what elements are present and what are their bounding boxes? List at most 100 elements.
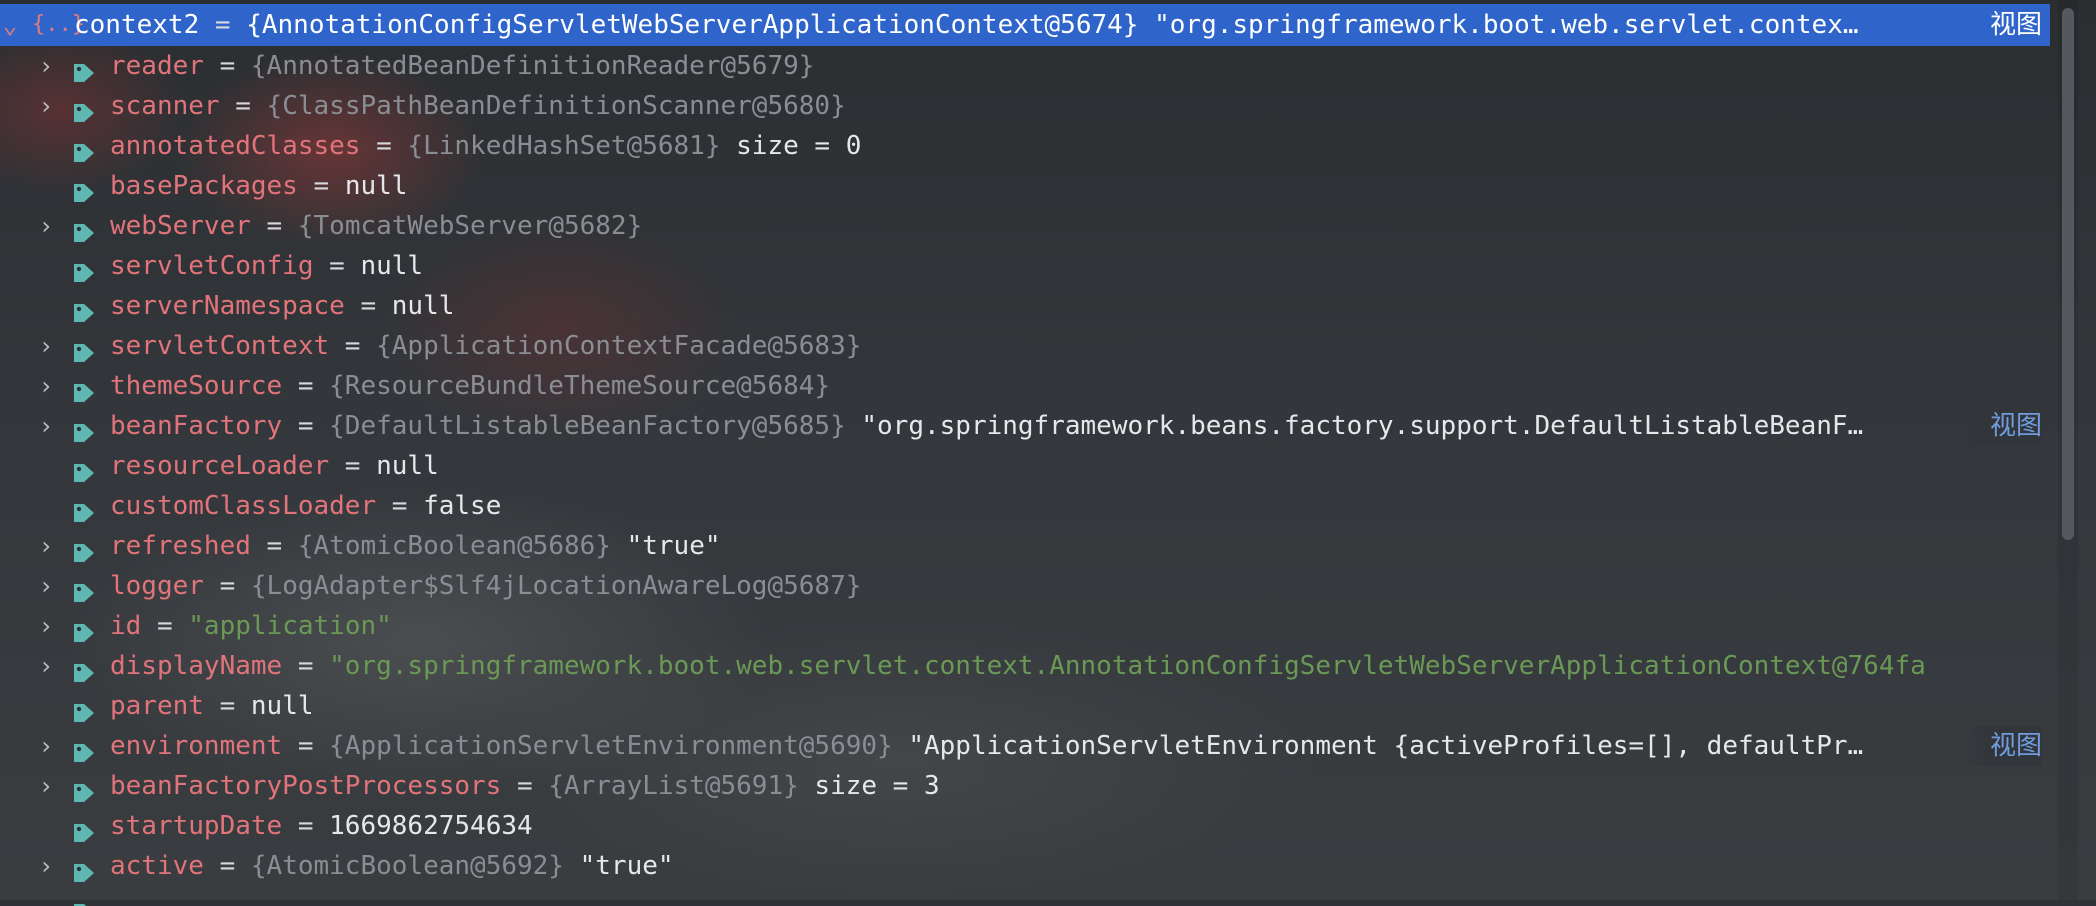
tree-row[interactable]: › beanFactory = {DefaultListableBeanFacto… (0, 406, 2050, 446)
tree-row[interactable]: basePackages = null (0, 166, 2050, 206)
tree-row[interactable]: customClassLoader = false (0, 486, 2050, 526)
variable-value: null (344, 171, 408, 201)
variable-value: "true" (563, 851, 674, 881)
tree-row[interactable]: annotatedClasses = {LinkedHashSet@5681} … (0, 126, 2050, 166)
tree-row[interactable]: › logger = {LogAdapter$Slf4jLocationAware… (0, 566, 2050, 606)
variable-name: resourceLoader (110, 451, 330, 481)
variables-tree: ⌄ {..} context2 = {AnnotationConfigServl… (0, 0, 2050, 906)
variable-name: themeSource (110, 371, 283, 401)
field-tag-icon (72, 616, 96, 642)
field-tag-icon (72, 456, 96, 482)
field-tag-icon (72, 216, 96, 242)
variable-value: null (391, 291, 455, 321)
variable-name: environment (110, 731, 283, 761)
tree-row[interactable]: servletConfig = null (0, 246, 2050, 286)
field-tag-icon (72, 536, 96, 562)
chevron-right-icon[interactable]: › (36, 646, 56, 686)
tree-row[interactable]: › webServer = {TomcatWebServer@5682} (0, 206, 2050, 246)
variable-value: null (360, 251, 424, 281)
variable-name: active (110, 851, 204, 881)
variable-ref: {AtomicBoolean@5692} (250, 851, 564, 881)
tree-row[interactable]: › scanner = {ClassPathBeanDefinitionScann… (0, 86, 2050, 126)
variable-value: false (423, 491, 502, 521)
variable-string: "application" (188, 611, 392, 641)
variable-name: customClassLoader (110, 491, 377, 521)
variable-name: servletContext (110, 331, 330, 361)
view-link[interactable]: 视图 (1959, 406, 2042, 446)
variable-name: context2 (74, 10, 200, 40)
tree-row[interactable]: › beanFactoryPostProcessors = {ArrayList@… (0, 766, 2050, 806)
variable-string: "org.springframework.boot.web.servlet.co… (1138, 10, 1859, 40)
variable-ref: {ResourceBundleThemeSource@5684} (329, 371, 831, 401)
variable-ref: {LogAdapter$Slf4jLocationAwareLog@5687} (250, 571, 862, 601)
field-tag-icon (72, 176, 96, 202)
chevron-right-icon[interactable]: › (36, 766, 56, 806)
tree-row[interactable]: › reader = {AnnotatedBeanDefinitionReader… (0, 46, 2050, 86)
variable-ref: {ApplicationContextFacade@5683} (376, 331, 862, 361)
chevron-right-icon[interactable]: › (36, 526, 56, 566)
field-tag-icon (72, 776, 96, 802)
variable-name: reader (110, 51, 204, 81)
variable-name: scanner (110, 91, 220, 121)
variable-value: "true" (610, 531, 721, 561)
variable-name: webServer (110, 211, 251, 241)
tree-row[interactable]: › themeSource = {ResourceBundleThemeSourc… (0, 366, 2050, 406)
variable-value: "org.springframework.beans.factory.suppo… (845, 411, 1864, 441)
field-tag-icon (72, 336, 96, 362)
field-tag-icon (72, 656, 96, 682)
variable-value: size = 3 (798, 771, 940, 801)
variable-ref: {TomcatWebServer@5682} (297, 211, 643, 241)
chevron-right-icon[interactable]: › (36, 46, 56, 86)
tree-row[interactable]: resourceLoader = null (0, 446, 2050, 486)
variable-name: id (110, 611, 142, 641)
variable-name: annotatedClasses (110, 131, 361, 161)
field-tag-icon (72, 96, 96, 122)
view-link[interactable]: 视图 (1959, 726, 2042, 766)
tree-row[interactable]: › refreshed = {AtomicBoolean@5686} "true" (0, 526, 2050, 566)
variable-value: "ApplicationServletEnvironment {activePr… (892, 731, 1864, 761)
variable-name: basePackages (110, 171, 298, 201)
chevron-right-icon[interactable]: › (36, 606, 56, 646)
chevron-right-icon[interactable]: › (36, 846, 56, 886)
tree-row[interactable]: serverNamespace = null (0, 286, 2050, 326)
tree-row[interactable]: › active = {AtomicBoolean@5692} "true" (0, 846, 2050, 886)
tree-row[interactable]: › id = "application" (0, 606, 2050, 646)
chevron-right-icon[interactable]: › (36, 726, 56, 766)
variable-name: serverNamespace (110, 291, 345, 321)
chevron-right-icon[interactable]: › (36, 566, 56, 606)
chevron-right-icon[interactable]: › (36, 86, 56, 126)
variable-ref: {ClassPathBeanDefinitionScanner@5680} (266, 91, 846, 121)
tree-row-partial[interactable] (0, 886, 2050, 906)
chevron-right-icon[interactable]: › (36, 366, 56, 406)
chevron-right-icon[interactable]: › (36, 326, 56, 366)
variable-name: servletConfig (110, 251, 314, 281)
variable-value: size = 0 (720, 131, 862, 161)
field-tag-icon (72, 256, 96, 282)
chevron-right-icon[interactable]: › (36, 406, 56, 446)
view-link[interactable]: 视图 (1959, 4, 2042, 46)
variable-ref: {DefaultListableBeanFactory@5685} (329, 411, 846, 441)
tree-row[interactable]: startupDate = 1669862754634 (0, 806, 2050, 846)
tree-row[interactable]: › servletContext = {ApplicationContextFac… (0, 326, 2050, 366)
variable-ref: {AtomicBoolean@5686} (297, 531, 611, 561)
tree-root-row[interactable]: ⌄ {..} context2 = {AnnotationConfigServl… (0, 4, 2050, 46)
variable-string: "org.springframework.boot.web.servlet.co… (329, 651, 1926, 681)
variable-name: beanFactoryPostProcessors (110, 771, 502, 801)
variable-name: displayName (110, 651, 283, 681)
tree-row[interactable]: › environment = {ApplicationServletEnviro… (0, 726, 2050, 766)
variable-ref: {AnnotatedBeanDefinitionReader@5679} (250, 51, 815, 81)
variable-value: 1669862754634 (329, 811, 533, 841)
variable-ref: {LinkedHashSet@5681} (407, 131, 721, 161)
chevron-down-icon[interactable]: ⌄ (0, 4, 20, 46)
field-tag-icon (72, 296, 96, 322)
field-tag-icon (72, 376, 96, 402)
variable-ref: {ArrayList@5691} (548, 771, 799, 801)
tree-row[interactable]: › displayName = "org.springframework.boot… (0, 646, 2050, 686)
variable-value: null (250, 691, 314, 721)
variable-name: beanFactory (110, 411, 283, 441)
scrollbar-thumb[interactable] (2062, 8, 2074, 540)
field-tag-icon (72, 56, 96, 82)
chevron-right-icon[interactable]: › (36, 206, 56, 246)
variable-name: logger (110, 571, 204, 601)
tree-row[interactable]: parent = null (0, 686, 2050, 726)
